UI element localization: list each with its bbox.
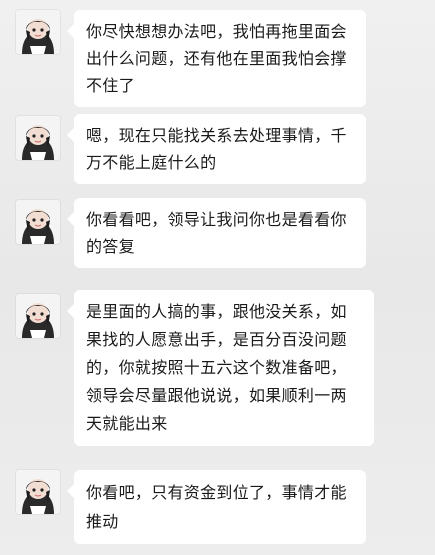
sender-avatar[interactable]	[16, 294, 60, 338]
user-avatar-icon	[16, 200, 60, 244]
message-bubble[interactable]: 你看看吧，领导让我问你也是看看你的答复	[67, 198, 366, 268]
user-avatar-icon	[16, 470, 60, 514]
sender-avatar[interactable]	[16, 10, 60, 54]
user-avatar-icon	[16, 116, 60, 160]
message-bubble[interactable]: 嗯，现在只能找关系去处理事情，千万不能上庭什么的	[67, 114, 366, 184]
sender-avatar[interactable]	[16, 116, 60, 160]
message-bubble[interactable]: 你看吧，只有资金到位了，事情才能推动	[67, 470, 366, 544]
user-avatar-icon	[16, 10, 60, 54]
user-avatar-icon	[16, 294, 60, 338]
sender-avatar[interactable]	[16, 470, 60, 514]
message-bubble[interactable]: 是里面的人搞的事，跟他没关系，如果找的人愿意出手，是百分百没问题的，你就按照十五…	[67, 290, 374, 446]
sender-avatar[interactable]	[16, 200, 60, 244]
message-bubble[interactable]: 你尽快想想办法吧，我怕再拖里面会出什么问题，还有他在里面我怕会撑不住了	[67, 10, 366, 107]
chat-message-list[interactable]: 你尽快想想办法吧，我怕再拖里面会出什么问题，还有他在里面我怕会撑不住了 嗯，现在…	[0, 0, 435, 555]
